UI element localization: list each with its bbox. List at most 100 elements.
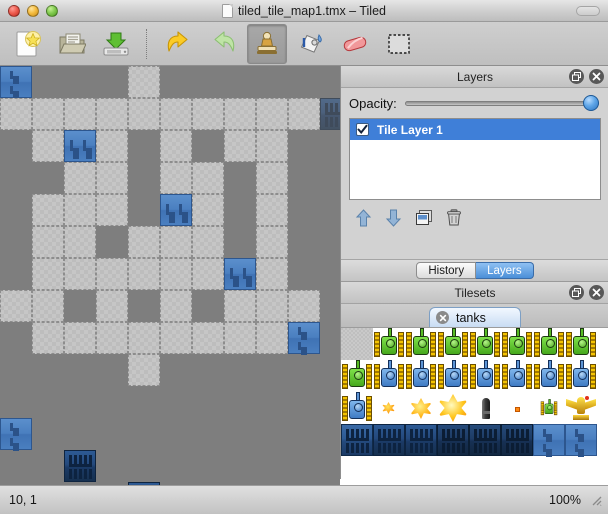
map-tile[interactable] [128,66,160,98]
map-tile[interactable] [0,98,32,130]
tileset-tab-tanks[interactable]: tanks [429,307,521,327]
tileset-tile[interactable] [565,392,597,424]
zoom-window-button[interactable] [46,4,58,17]
resize-grip-icon[interactable] [590,494,602,506]
tileset-tile[interactable] [437,424,469,456]
map-tile[interactable] [192,322,224,354]
map-tile[interactable] [0,66,32,98]
map-tile[interactable] [192,162,224,194]
map-tile[interactable] [160,290,192,322]
map-tile[interactable] [32,130,64,162]
map-tile[interactable] [96,162,128,194]
map-tile[interactable] [160,322,192,354]
map-tile[interactable] [64,98,96,130]
map-tile[interactable] [96,98,128,130]
close-tab-icon[interactable] [436,311,449,324]
map-tile[interactable] [64,226,96,258]
map-tile[interactable] [224,98,256,130]
tileset-tile[interactable] [437,360,469,392]
map-tile[interactable] [160,194,192,226]
map-tile[interactable] [192,226,224,258]
map-tile[interactable] [128,258,160,290]
list-item[interactable]: Tile Layer 1 [350,119,600,140]
tileset-tile[interactable] [341,328,373,360]
map-tile[interactable] [256,258,288,290]
tileset-tile[interactable] [437,392,469,424]
map-tile[interactable] [32,226,64,258]
tileset-tile[interactable] [373,328,405,360]
undo-button[interactable] [159,24,199,64]
layers-close-button[interactable] [589,69,604,84]
bucket-fill-button[interactable] [291,24,331,64]
rectangular-select-button[interactable] [379,24,419,64]
map-tile[interactable] [128,98,160,130]
map-tile[interactable] [160,226,192,258]
tileset-tile[interactable] [501,328,533,360]
tileset-tile[interactable] [341,424,373,456]
tileset-tile[interactable] [501,424,533,456]
map-tile[interactable] [224,258,256,290]
toolbar-toggle-button[interactable] [576,6,600,16]
tileset-tile[interactable] [373,360,405,392]
minimize-window-button[interactable] [27,4,39,17]
map-tile[interactable] [256,226,288,258]
map-tile[interactable] [192,258,224,290]
tileset-tile[interactable] [405,424,437,456]
tile-grid[interactable] [0,66,320,485]
redo-button[interactable] [203,24,243,64]
tileset-tile[interactable] [469,424,501,456]
tileset-tile[interactable] [469,360,501,392]
lower-layer-button[interactable] [385,209,402,232]
map-tile[interactable] [256,162,288,194]
map-tile[interactable] [224,322,256,354]
map-tile[interactable] [192,194,224,226]
map-canvas[interactable] [0,66,340,485]
tileset-tile[interactable] [565,328,597,360]
layer-visibility-checkbox[interactable] [356,123,369,136]
map-tile[interactable] [64,130,96,162]
map-tile[interactable] [64,194,96,226]
map-tile[interactable] [288,290,320,322]
tileset-tile[interactable] [533,424,565,456]
tileset-tile[interactable] [469,392,501,424]
map-tile[interactable] [256,194,288,226]
tileset-tile[interactable] [533,328,565,360]
tileset-tile[interactable] [373,392,405,424]
map-tile[interactable] [0,290,32,322]
map-tile[interactable] [0,418,32,450]
map-tile[interactable] [32,290,64,322]
map-tile[interactable] [224,290,256,322]
tab-layers[interactable]: Layers [476,262,534,279]
map-tile[interactable] [96,194,128,226]
tileset-tile[interactable] [501,360,533,392]
map-tile[interactable] [128,354,160,386]
opacity-slider-knob[interactable] [583,95,599,111]
new-map-button[interactable] [8,24,48,64]
tileset-tile[interactable] [341,392,373,424]
map-tile[interactable] [96,290,128,322]
close-window-button[interactable] [8,4,20,17]
map-tile[interactable] [96,322,128,354]
tileset-tile[interactable] [533,392,565,424]
map-tile[interactable] [160,162,192,194]
raise-layer-button[interactable] [355,209,372,232]
tileset-tile[interactable] [501,392,533,424]
map-tile[interactable] [64,258,96,290]
duplicate-layer-button[interactable] [415,209,433,232]
tileset-tile[interactable] [341,360,373,392]
eraser-button[interactable] [335,24,375,64]
tab-history[interactable]: History [416,262,477,279]
map-tile[interactable] [224,130,256,162]
map-tile[interactable] [256,322,288,354]
map-tile[interactable] [160,98,192,130]
map-tile[interactable] [288,322,320,354]
map-tile[interactable] [96,258,128,290]
map-tile[interactable] [192,98,224,130]
map-tile[interactable] [256,290,288,322]
map-tile[interactable] [288,98,320,130]
map-tile[interactable] [32,322,64,354]
map-tile[interactable] [32,98,64,130]
stamp-brush-button[interactable] [247,23,287,64]
tileset-tile[interactable] [437,328,469,360]
tileset-tile[interactable] [533,360,565,392]
